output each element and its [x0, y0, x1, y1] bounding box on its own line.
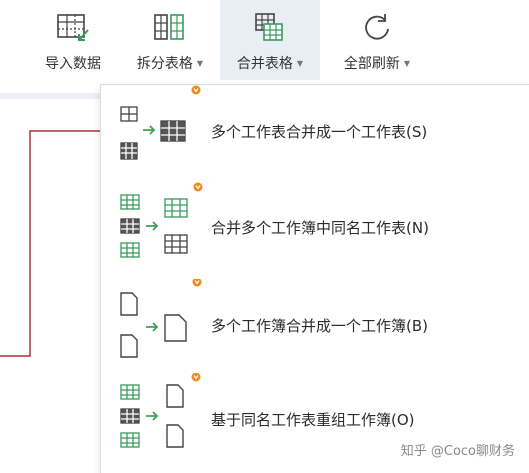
- import-data-button[interactable]: 导入数据: [30, 0, 116, 80]
- chevron-down-icon: ▼: [296, 58, 304, 68]
- refresh-all-label: 全部刷新: [343, 56, 400, 72]
- merge-table-label: 合并表格: [236, 56, 293, 72]
- menu-item-label: 合并多个工作簿中同名工作表(N): [211, 218, 429, 237]
- chevron-down-icon: ▼: [403, 58, 411, 68]
- vip-badge-icon: [191, 85, 201, 95]
- menu-item-label: 多个工作表合并成一个工作表(S): [211, 122, 428, 141]
- menu-item-merge-same-name-sheets[interactable]: 合并多个工作簿中同名工作表(N): [101, 181, 529, 273]
- merge-table-icon: [255, 13, 283, 41]
- workbooks-to-workbook-icon: [120, 279, 202, 358]
- ribbon-toolbar: 导入数据 拆分表格 ▼ 合并表格 ▼ 全部刷新 ▼: [0, 0, 440, 84]
- import-data-icon: [57, 14, 89, 41]
- same-name-sheets-icon: [120, 182, 203, 258]
- sheets-to-sheet-icon: [120, 85, 201, 160]
- vip-badge-icon: [191, 373, 201, 382]
- menu-item-label: 多个工作簿合并成一个工作簿(B): [211, 316, 428, 335]
- chevron-down-icon: ▼: [196, 58, 204, 68]
- vip-badge-icon: [193, 182, 203, 192]
- watermark: 知乎 @Coco聊财务: [400, 444, 515, 459]
- regroup-workbooks-icon: [120, 373, 201, 448]
- menu-item-merge-sheets-into-one[interactable]: 多个工作表合并成一个工作表(S): [101, 85, 529, 177]
- split-table-button[interactable]: 拆分表格 ▼: [122, 0, 218, 80]
- import-data-label: 导入数据: [45, 56, 101, 72]
- merge-table-dropdown: 多个工作表合并成一个工作表(S) 合并多个工作簿中同名工作表(N) 多个工作簿合…: [100, 84, 529, 473]
- split-table-label: 拆分表格: [136, 56, 193, 72]
- split-table-icon: [154, 14, 184, 40]
- refresh-icon: [365, 14, 389, 40]
- menu-item-merge-workbooks-into-one[interactable]: 多个工作簿合并成一个工作簿(B): [101, 279, 529, 371]
- merge-table-button[interactable]: 合并表格 ▼: [220, 0, 320, 80]
- refresh-all-button[interactable]: 全部刷新 ▼: [326, 0, 428, 80]
- menu-item-label: 基于同名工作表重组工作簿(O): [211, 410, 415, 429]
- toolbar-divider: [0, 93, 102, 99]
